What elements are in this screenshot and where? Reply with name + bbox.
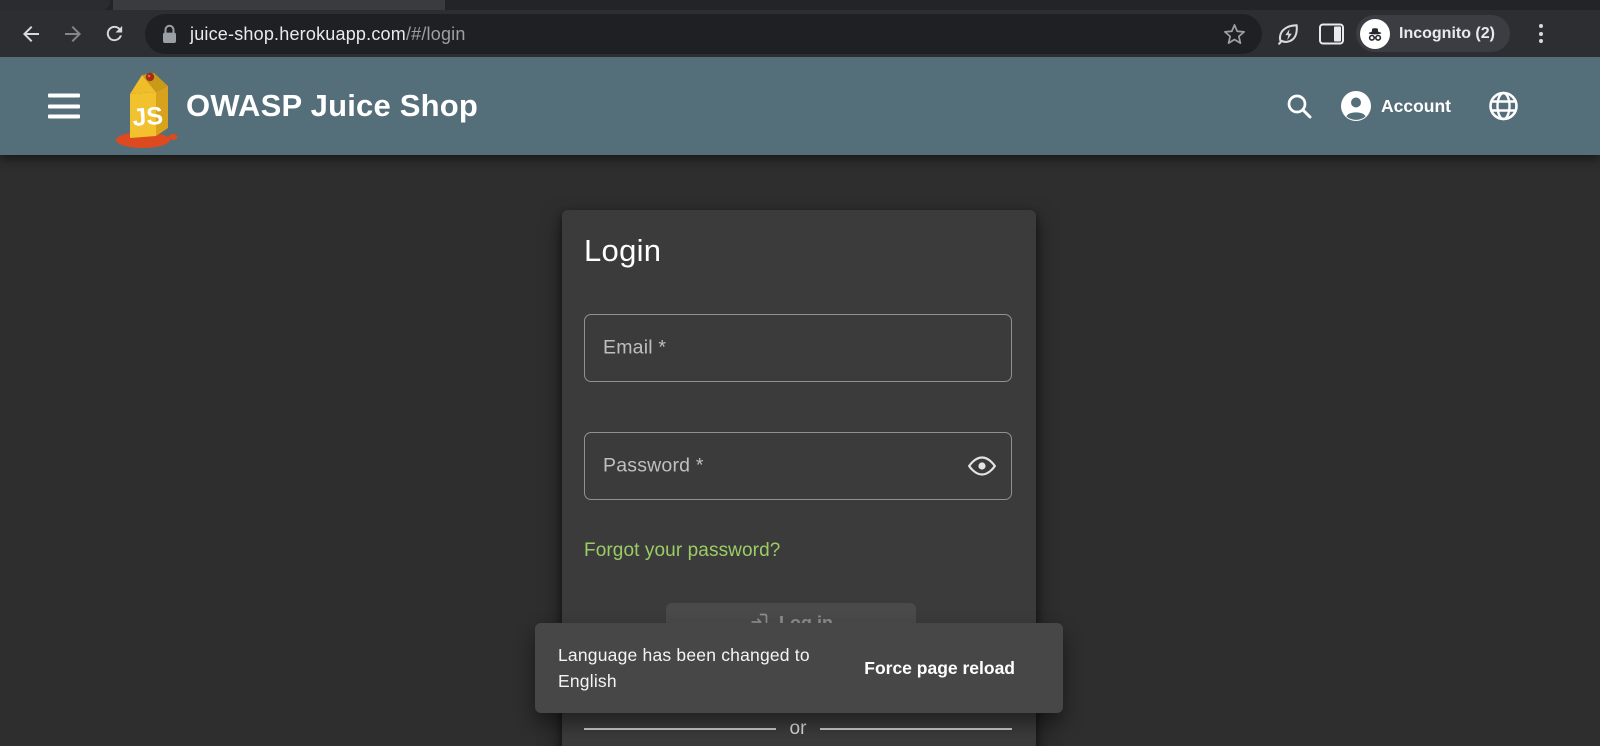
star-icon	[1224, 23, 1245, 44]
reload-icon	[106, 25, 122, 42]
search-button[interactable]	[1284, 91, 1314, 121]
incognito-label: Incognito (2)	[1399, 24, 1495, 42]
address-bar[interactable]: juice-shop.herokuapp.com/#/login	[145, 14, 1262, 54]
language-button[interactable]	[1488, 91, 1519, 122]
bar	[48, 114, 80, 119]
forward-arrow-icon	[65, 25, 81, 42]
account-label: Account	[1381, 95, 1451, 116]
search-icon	[1287, 94, 1312, 119]
globe-icon	[1489, 91, 1518, 121]
main-content: Login Email * Password * Forgot your pas…	[0, 155, 1600, 746]
snackbar-message: Language has been changed to English	[558, 645, 810, 691]
side-panel-icon	[1319, 23, 1344, 44]
account-icon	[1341, 91, 1371, 121]
or-divider: or	[584, 718, 1012, 740]
app-header: JS OWASP Juice Shop Account	[0, 57, 1600, 155]
side-panel-button[interactable]	[1319, 23, 1344, 44]
forgot-password-link[interactable]: Forgot your password?	[584, 540, 780, 562]
dot	[1539, 24, 1543, 28]
bar	[48, 104, 80, 108]
toggle-password-visibility-button[interactable]	[967, 455, 997, 477]
url-path: /#/login	[405, 23, 466, 44]
email-field[interactable]: Email *	[584, 314, 1012, 382]
divider-line	[584, 728, 776, 730]
back-arrow-icon	[23, 25, 39, 42]
email-label: Email *	[603, 336, 667, 359]
incognito-spy-icon	[1368, 27, 1382, 41]
forward-button[interactable]	[60, 21, 86, 47]
eye-icon	[967, 456, 997, 476]
url-host: juice-shop.herokuapp.com	[190, 23, 406, 44]
login-title: Login	[584, 233, 662, 268]
incognito-avatar	[1360, 18, 1390, 49]
reload-button[interactable]	[101, 21, 127, 47]
url-text: juice-shop.herokuapp.com/#/login	[190, 24, 466, 45]
password-label: Password *	[603, 454, 704, 477]
sidenav-menu-button[interactable]	[48, 93, 80, 119]
dot	[1539, 31, 1543, 36]
incognito-badge[interactable]: Incognito (2)	[1356, 15, 1510, 52]
leaf-bolt-icon	[1278, 23, 1298, 45]
divider-line	[820, 728, 1012, 730]
password-field[interactable]: Password *	[584, 432, 1012, 500]
browser-toolbar: juice-shop.herokuapp.com/#/login Incogni…	[0, 10, 1600, 57]
account-button[interactable]: Account	[1340, 90, 1451, 122]
force-page-reload-button[interactable]: Force page reload	[864, 658, 1015, 679]
inactive-tab-edge	[0, 0, 110, 10]
juice-shop-logo[interactable]: JS	[114, 62, 180, 150]
back-button[interactable]	[18, 21, 44, 47]
active-tab[interactable]	[113, 0, 445, 10]
page-title: OWASP Juice Shop	[186, 88, 479, 123]
dot	[1539, 39, 1543, 43]
energy-saver-button[interactable]	[1275, 21, 1301, 47]
tab-strip	[0, 0, 1600, 10]
browser-window: juice-shop.herokuapp.com/#/login Incogni…	[0, 0, 1600, 746]
browser-menu-button[interactable]	[1532, 21, 1550, 47]
svg-text:JS: JS	[131, 102, 163, 132]
bar	[48, 93, 80, 98]
bookmark-button[interactable]	[1223, 23, 1246, 46]
lock-icon	[163, 24, 176, 43]
divider-label: or	[789, 718, 807, 739]
snackbar: Language has been changed to English For…	[535, 623, 1063, 713]
